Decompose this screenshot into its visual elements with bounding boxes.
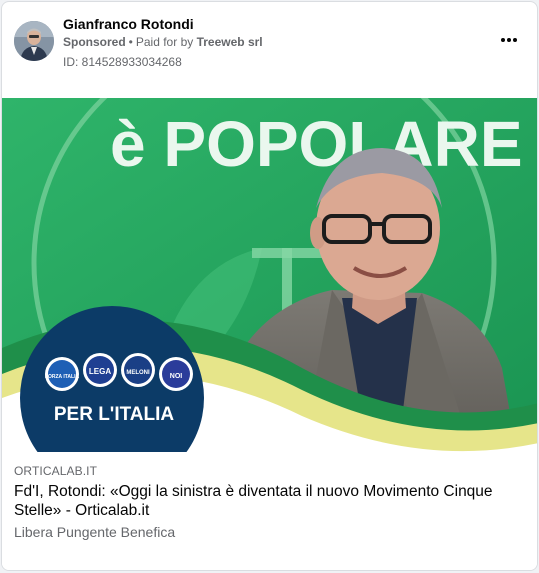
link-description: Libera Pungente Benefica xyxy=(14,524,176,540)
ad-image[interactable]: è POPOLARE FORZA ITALIA LEGA MELONI NOI … xyxy=(2,98,537,452)
link-preview[interactable]: ORTICALAB.IT Fd'I, Rotondi: «Oggi la sin… xyxy=(2,452,537,570)
more-horizontal-icon xyxy=(501,38,505,42)
paid-for-name: Treeweb srl xyxy=(196,35,263,49)
more-horizontal-icon-dot xyxy=(507,38,511,42)
banner-text: è POPOLARE xyxy=(110,108,523,180)
paid-for-prefix: Paid for by xyxy=(135,35,194,49)
author-name[interactable]: Gianfranco Rotondi xyxy=(63,16,194,32)
link-headline[interactable]: Fd'I, Rotondi: «Oggi la sinistra è diven… xyxy=(14,482,519,520)
ad-id: ID: 814528933034268 xyxy=(63,55,182,69)
meta-separator: • xyxy=(128,35,133,49)
link-domain: ORTICALAB.IT xyxy=(14,464,97,478)
party-logo-label: FORZA ITALIA xyxy=(45,374,80,380)
ad-card: Gianfranco Rotondi Sponsored • Paid for by… xyxy=(1,1,538,571)
badge-text: PER L'ITALIA xyxy=(54,404,175,425)
more-horizontal-icon-dot xyxy=(513,38,517,42)
post-header: Gianfranco Rotondi Sponsored • Paid for by… xyxy=(2,2,537,98)
avatar[interactable] xyxy=(14,21,54,61)
sponsored-meta: Sponsored • Paid for by Treeweb srl xyxy=(63,35,263,49)
party-logo-label: LEGA xyxy=(89,367,111,376)
sponsored-label: Sponsored xyxy=(63,35,126,49)
party-logo-label: NOI xyxy=(170,373,183,380)
party-logo-label: MELONI xyxy=(126,370,150,376)
more-options-button[interactable] xyxy=(497,30,521,50)
